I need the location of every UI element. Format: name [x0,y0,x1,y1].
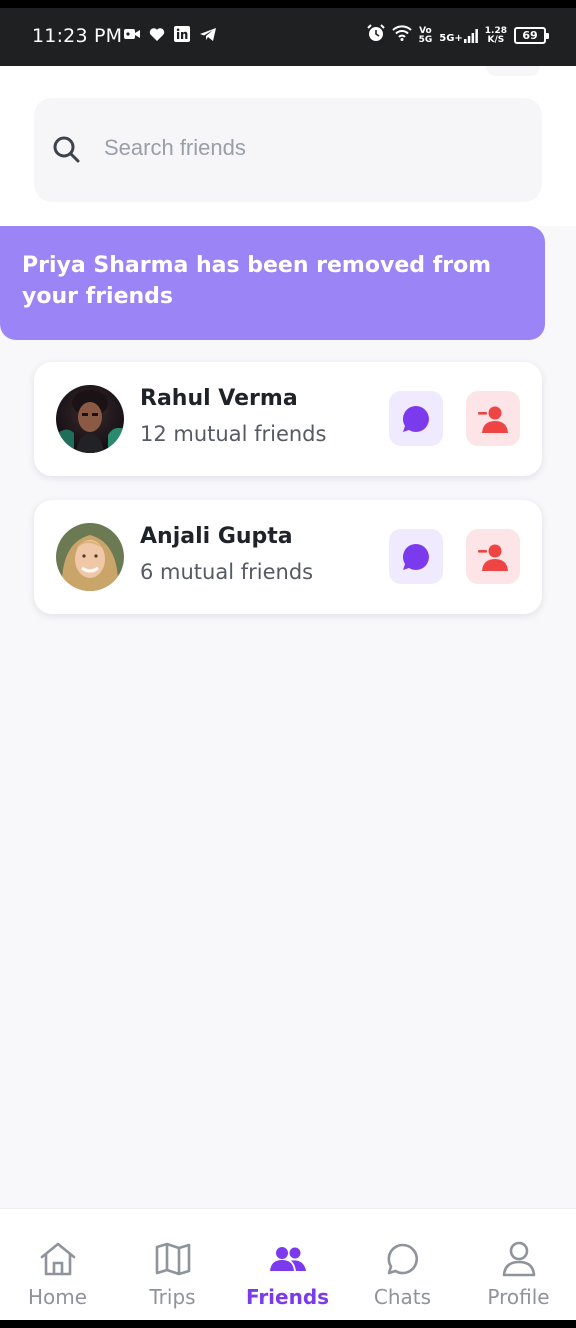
nav-label-trips: Trips [149,1285,196,1309]
telegram-icon [199,27,217,47]
nav-label-friends: Friends [245,1285,330,1309]
video-call-icon [124,27,140,46]
network-speed: 1.28 K/S [485,26,507,45]
nav-label-home: Home [27,1285,88,1309]
system-icons: Vo 5G 5G+ 1.28 K/S 69 [366,24,549,47]
search-icon[interactable] [52,135,80,168]
friend-card[interactable]: Anjali Gupta 6 mutual friends [34,500,542,614]
remove-user-icon [478,544,508,571]
status-bar-edge [0,0,576,8]
friend-card[interactable]: Rahul Verma 12 mutual friends [34,362,542,476]
system-nav-bar [0,1320,576,1328]
friends-icon [269,1239,306,1279]
remove-friend-button[interactable] [466,391,520,446]
avatar[interactable] [56,523,124,591]
heart-icon [149,27,165,47]
status-time: 11:23 PM [32,25,123,47]
status-bar: 11:23 PM Vo 5G 5G+ 1.28 K/S 69 [0,0,576,66]
signal-group: 5G+ [439,28,478,44]
chat-bubble-icon [402,543,429,570]
avatar[interactable] [56,385,124,453]
mutual-friends-count: 12 mutual friends [140,422,327,446]
nav-item-chats[interactable]: Chats [345,1209,460,1321]
remove-friend-button[interactable] [466,529,520,584]
message-friend-button[interactable] [389,529,443,584]
notification-icons [124,26,217,47]
nav-item-trips[interactable]: Trips [115,1209,230,1321]
linkedin-icon [174,26,190,47]
signal-label: 5G+ [439,32,463,44]
profile-icon [502,1239,536,1279]
battery-level: 69 [522,29,538,42]
toast-message: Priya Sharma has been removed from your … [22,253,492,309]
header-decoration [486,66,540,76]
nav-item-friends[interactable]: Friends [230,1209,345,1321]
chat-icon [386,1239,420,1279]
nav-label-chats: Chats [373,1285,432,1309]
battery-icon: 69 [514,27,549,44]
removed-toast: Priya Sharma has been removed from your … [0,226,545,340]
search-input[interactable] [104,128,514,168]
friend-name: Anjali Gupta [140,524,293,549]
friend-name: Rahul Verma [140,386,298,411]
nav-item-profile[interactable]: Profile [461,1209,576,1321]
map-icon [155,1239,191,1279]
mutual-friends-count: 6 mutual friends [140,560,314,584]
signal-bars-icon [463,28,478,43]
speed-unit: K/S [487,34,505,45]
remove-user-icon [478,406,508,433]
bottom-navigation: Home Trips Friends Chats Profile [0,1208,576,1320]
alarm-icon [366,24,385,47]
wifi-icon [391,25,412,46]
home-icon [39,1239,77,1279]
network-5g: 5G [418,34,433,45]
message-friend-button[interactable] [389,391,443,446]
network-type: Vo 5G [418,26,433,45]
chat-bubble-icon [402,405,429,432]
nav-label-profile: Profile [487,1285,550,1309]
nav-item-home[interactable]: Home [0,1209,115,1321]
